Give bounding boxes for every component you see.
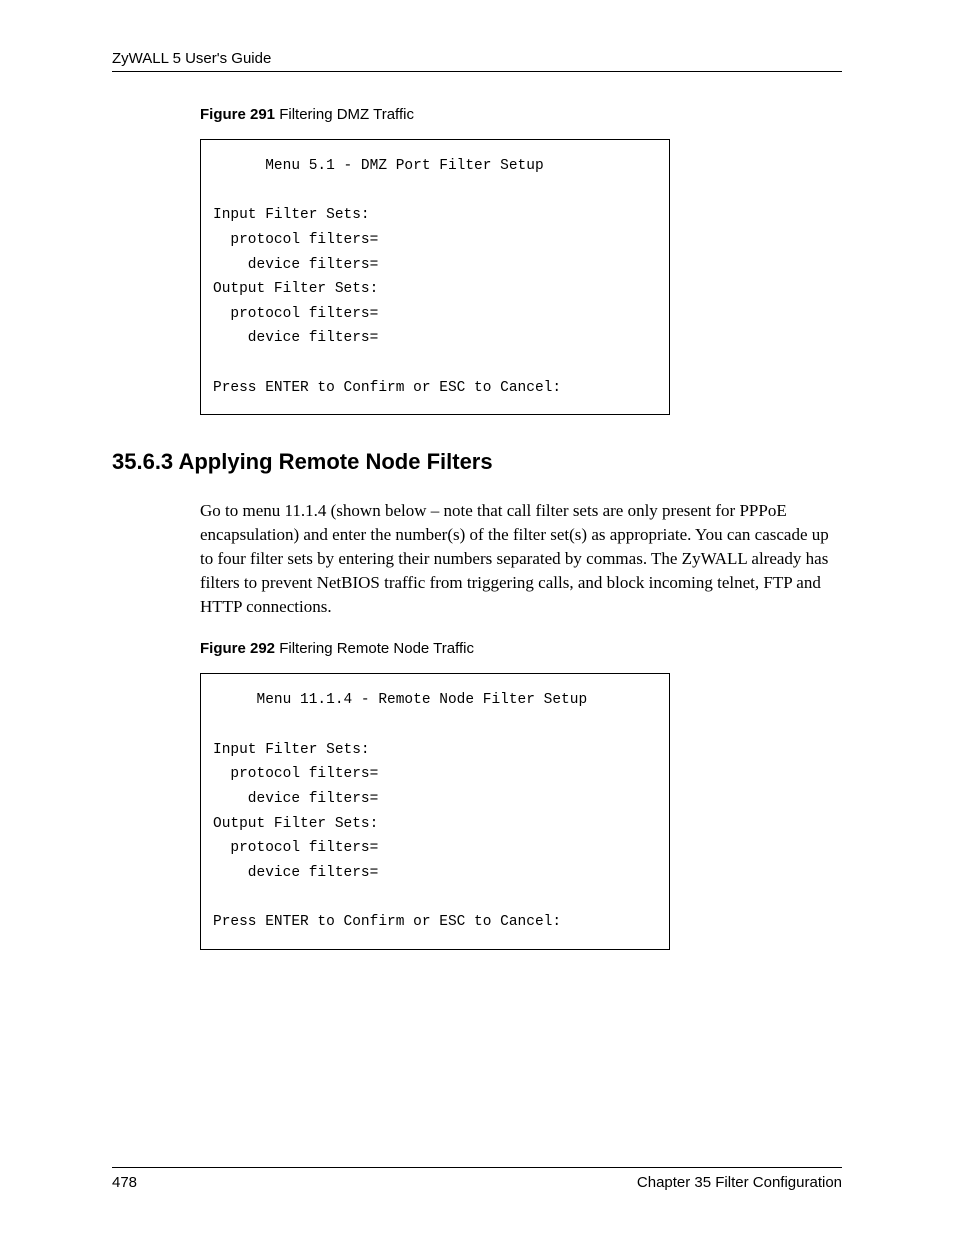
header-rule — [112, 71, 842, 72]
figure-291-terminal: Menu 5.1 - DMZ Port Filter Setup Input F… — [200, 139, 670, 415]
footer-rule — [112, 1167, 842, 1168]
body-paragraph: Go to menu 11.1.4 (shown below – note th… — [200, 499, 842, 618]
figure-291-caption: Figure 291 Filtering DMZ Traffic — [200, 106, 842, 123]
figure-292-terminal: Menu 11.1.4 - Remote Node Filter Setup I… — [200, 673, 670, 949]
figure-292-title: Filtering Remote Node Traffic — [279, 640, 474, 657]
page: ZyWALL 5 User's Guide Figure 291 Filteri… — [0, 0, 954, 1235]
section-heading: 35.6.3 Applying Remote Node Filters — [112, 449, 842, 475]
running-header: ZyWALL 5 User's Guide — [112, 50, 842, 67]
figure-291-label: Figure 291 — [200, 106, 279, 123]
figure-291-title: Filtering DMZ Traffic — [279, 106, 414, 123]
figure-292-label: Figure 292 — [200, 640, 279, 657]
figure-292-caption: Figure 292 Filtering Remote Node Traffic — [200, 640, 842, 657]
footer: 478 Chapter 35 Filter Configuration — [112, 1167, 842, 1191]
page-number: 478 — [112, 1174, 137, 1191]
chapter-title: Chapter 35 Filter Configuration — [637, 1174, 842, 1191]
